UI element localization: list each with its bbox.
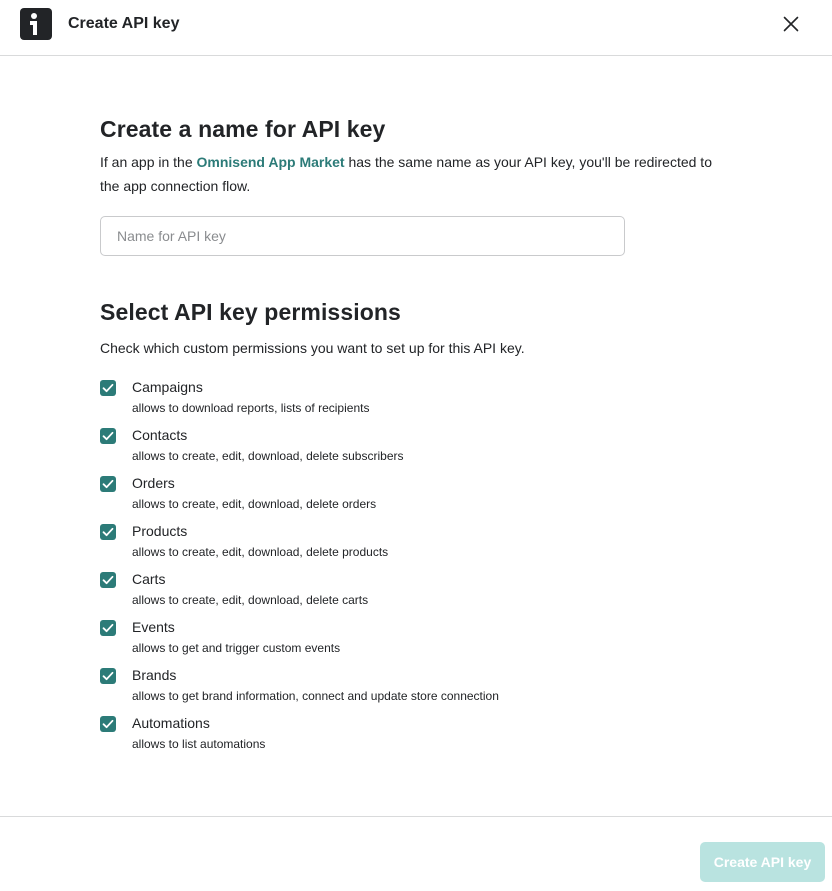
description-text-prefix: If an app in the bbox=[100, 154, 197, 170]
orders-checkbox[interactable] bbox=[100, 476, 116, 492]
permission-orders: Orders allows to create, edit, download,… bbox=[100, 472, 732, 520]
api-key-name-input[interactable] bbox=[100, 216, 625, 256]
permission-events: Events allows to get and trigger custom … bbox=[100, 616, 732, 664]
modal-header: Create API key bbox=[0, 0, 832, 56]
permission-description: allows to create, edit, download, delete… bbox=[132, 545, 389, 559]
permission-description: allows to download reports, lists of rec… bbox=[132, 401, 370, 415]
checkmark-icon bbox=[102, 671, 114, 681]
checkmark-icon bbox=[102, 527, 114, 537]
permission-name: Carts bbox=[132, 571, 166, 587]
permission-brands: Brands allows to get brand information, … bbox=[100, 664, 732, 712]
checkmark-icon bbox=[102, 479, 114, 489]
permission-contacts: Contacts allows to create, edit, downloa… bbox=[100, 424, 732, 472]
automations-checkbox[interactable] bbox=[100, 716, 116, 732]
permission-description: allows to create, edit, download, delete… bbox=[132, 497, 377, 511]
carts-checkbox[interactable] bbox=[100, 572, 116, 588]
permission-description: allows to create, edit, download, delete… bbox=[132, 593, 369, 607]
permission-carts: Carts allows to create, edit, download, … bbox=[100, 568, 732, 616]
name-section-description: If an app in the Omnisend App Market has… bbox=[100, 150, 732, 198]
permission-description: allows to create, edit, download, delete… bbox=[132, 449, 404, 463]
checkmark-icon bbox=[102, 575, 114, 585]
brands-checkbox[interactable] bbox=[100, 668, 116, 684]
checkmark-icon bbox=[102, 623, 114, 633]
permissions-section-description: Check which custom permissions you want … bbox=[100, 340, 525, 356]
permission-name: Automations bbox=[132, 715, 210, 731]
contacts-checkbox[interactable] bbox=[100, 428, 116, 444]
permission-campaigns: Campaigns allows to download reports, li… bbox=[100, 376, 732, 424]
app-market-link[interactable]: Omnisend App Market bbox=[197, 154, 345, 170]
permission-name: Events bbox=[132, 619, 175, 635]
close-icon bbox=[783, 16, 799, 32]
permission-name: Products bbox=[132, 523, 188, 539]
checkmark-icon bbox=[102, 383, 114, 393]
events-checkbox[interactable] bbox=[100, 620, 116, 636]
omnisend-logo-icon bbox=[20, 8, 52, 40]
permissions-list: Campaigns allows to download reports, li… bbox=[100, 376, 732, 760]
checkmark-icon bbox=[102, 719, 114, 729]
permission-name: Campaigns bbox=[132, 379, 203, 395]
permission-name: Orders bbox=[132, 475, 175, 491]
permission-products: Products allows to create, edit, downloa… bbox=[100, 520, 732, 568]
campaigns-checkbox[interactable] bbox=[100, 380, 116, 396]
checkmark-icon bbox=[102, 431, 114, 441]
modal-title: Create API key bbox=[68, 15, 180, 32]
permission-name: Contacts bbox=[132, 427, 188, 443]
modal-footer: Create API key bbox=[0, 816, 832, 891]
permission-automations: Automations allows to list automations bbox=[100, 712, 732, 760]
permission-name: Brands bbox=[132, 667, 177, 683]
close-button[interactable] bbox=[778, 11, 804, 37]
permissions-section-title: Select API key permissions bbox=[100, 299, 401, 325]
products-checkbox[interactable] bbox=[100, 524, 116, 540]
create-api-key-button[interactable]: Create API key bbox=[700, 842, 825, 882]
permission-description: allows to get and trigger custom events bbox=[132, 641, 341, 655]
name-section-title: Create a name for API key bbox=[100, 116, 386, 142]
permission-description: allows to list automations bbox=[132, 737, 266, 751]
permission-description: allows to get brand information, connect… bbox=[132, 689, 499, 703]
